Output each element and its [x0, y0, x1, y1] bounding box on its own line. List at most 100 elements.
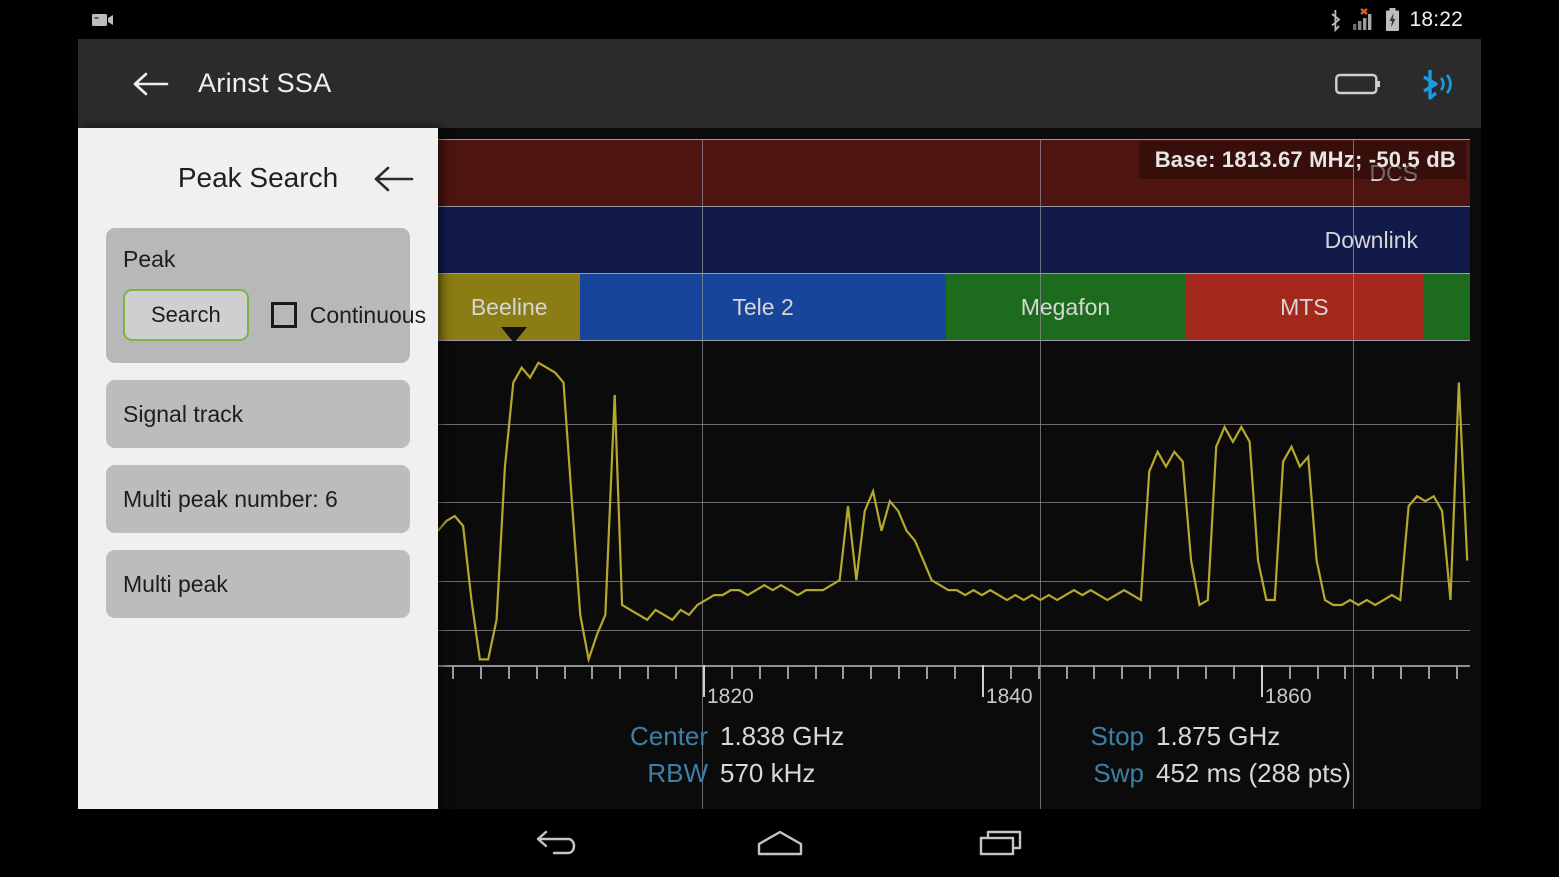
plot-area[interactable]: DCS Downlink Beeline Tele 2 Megafon MTS …: [438, 128, 1470, 877]
x-tick-minor: [647, 665, 650, 679]
measurement-readouts: Center 1.838 GHz RBW 570 kHz Stop 1.875 …: [438, 709, 1470, 801]
peak-search-drawer: Peak Search Peak Search Continuous Signa…: [78, 128, 438, 809]
nav-recents-icon: [978, 828, 1026, 858]
x-tick-minor: [758, 665, 761, 679]
bluetooth-connected-icon[interactable]: [1419, 67, 1455, 101]
status-bar: 18:22: [78, 0, 1481, 39]
back-arrow-icon: [131, 70, 169, 98]
readout-swp-value: 452 ms (288 pts): [1156, 758, 1352, 788]
status-bar-clock: 18:22: [1409, 7, 1463, 31]
x-tick-minor: [1344, 665, 1347, 679]
nav-home-button[interactable]: [749, 820, 811, 866]
device-screen: 18:22 Arinst SSA Downlink Beeline Tele 2…: [78, 0, 1481, 877]
readout-rbw: RBW 570 kHz: [598, 758, 954, 789]
menu-item-label: Signal track: [123, 400, 244, 427]
readout-center-value: 1.838 GHz: [720, 721, 845, 751]
x-tick-minor: [619, 665, 622, 679]
menu-item-multi-peak-number[interactable]: Multi peak number: 6: [106, 465, 410, 533]
band-seg-tele2: Tele 2: [580, 273, 946, 341]
x-tick-label: 1840: [985, 685, 1033, 708]
plot-grid: [438, 343, 1470, 689]
x-tick-minor: [1037, 665, 1040, 679]
readout-rbw-value: 570 kHz: [720, 758, 816, 788]
nav-back-icon: [534, 828, 582, 858]
readout-center: Center 1.838 GHz: [598, 721, 954, 752]
x-tick-minor: [842, 665, 845, 679]
search-button[interactable]: Search: [123, 289, 249, 341]
battery-charging-icon: [1385, 7, 1400, 32]
peak-card-controls: Search Continuous: [123, 289, 426, 341]
x-tick-minor: [535, 665, 538, 679]
continuous-label: Continuous: [309, 301, 427, 328]
peak-card: Peak Search Continuous: [106, 228, 426, 363]
menu-item-multi-peak[interactable]: Multi peak: [106, 550, 410, 618]
band-seg-downlink: Downlink: [1324, 226, 1418, 253]
band-seg-megafon: Megafon: [945, 273, 1186, 341]
band-row-operators: Beeline Tele 2 Megafon MTS: [438, 273, 1470, 341]
x-tick-minor: [926, 665, 929, 679]
x-axis: 1820 1840 1860: [438, 665, 1470, 708]
x-tick-minor: [1009, 665, 1012, 679]
continuous-checkbox[interactable]: [270, 302, 297, 328]
menu-item-label: Multi peak: [123, 570, 228, 597]
x-tick-minor: [1372, 665, 1375, 679]
readout-stop: Stop 1.875 GHz: [1034, 721, 1470, 752]
menu-item-label: Multi peak number: 6: [123, 485, 338, 512]
x-tick-minor: [898, 665, 901, 679]
x-tick-minor: [479, 665, 482, 679]
x-tick-minor: [954, 665, 956, 679]
status-bar-right: 18:22: [1328, 7, 1463, 32]
menu-item-signal-track[interactable]: Signal track: [106, 380, 410, 448]
readout-stop-key: Stop: [1090, 721, 1145, 751]
base-readout: Base: 1813.67 MHz; -50.5 dB: [1138, 141, 1466, 179]
x-tick-minor: [1121, 665, 1124, 679]
app-bar-back-button[interactable]: [128, 62, 172, 106]
continuous-checkbox-group[interactable]: Continuous: [270, 301, 427, 329]
peak-marker-triangle: [500, 327, 527, 343]
readout-rbw-key: RBW: [647, 758, 708, 788]
android-nav-bar: [78, 809, 1481, 877]
screenshot-root: 18:22 Arinst SSA Downlink Beeline Tele 2…: [0, 0, 1559, 877]
cellular-signal-off-icon: [1352, 7, 1376, 32]
x-tick-minor: [1093, 665, 1096, 679]
readout-stop-value: 1.875 GHz: [1156, 721, 1281, 751]
x-tick-minor: [1065, 665, 1068, 679]
x-tick-minor: [1456, 665, 1459, 679]
bluetooth-icon: [1328, 8, 1343, 32]
readouts-right: Stop 1.875 GHz Swp 452 ms (288 pts): [954, 721, 1470, 789]
status-bar-left: [92, 12, 114, 28]
x-tick-minor: [1205, 665, 1208, 679]
x-tick-minor: [1400, 665, 1403, 679]
x-tick-minor: [786, 665, 789, 679]
x-tick-minor: [1316, 665, 1319, 679]
x-tick-minor: [507, 665, 510, 679]
drawer-title: Peak Search: [177, 162, 339, 193]
readout-center-key: Center: [629, 721, 708, 751]
x-tick-minor: [1428, 665, 1431, 679]
peak-card-title: Peak: [123, 246, 176, 272]
nav-home-icon: [755, 828, 805, 858]
nav-recents-button[interactable]: [971, 820, 1033, 866]
x-tick-minor: [1232, 665, 1235, 679]
battery-outline-icon[interactable]: [1335, 71, 1383, 97]
drawer-body: Peak Search Continuous Signal track Mult…: [78, 228, 438, 618]
back-arrow-icon: [372, 164, 414, 194]
readout-swp: Swp 452 ms (288 pts): [1034, 758, 1470, 789]
x-tick-label: 1820: [706, 685, 754, 708]
band-allocation-header: DCS Downlink Beeline Tele 2 Megafon MTS …: [438, 139, 1470, 877]
x-tick-minor: [730, 665, 733, 679]
x-tick-minor: [591, 665, 594, 679]
app-bar-actions: [1335, 67, 1455, 101]
readout-swp-key: Swp: [1093, 758, 1144, 788]
drawer-header: Peak Search: [78, 128, 438, 228]
x-tick-minor: [814, 665, 817, 679]
x-tick-minor: [451, 665, 454, 679]
nav-back-button[interactable]: [527, 820, 589, 866]
x-tick-minor: [1149, 665, 1152, 679]
app-bar-title: Arinst SSA: [198, 68, 332, 98]
drawer-back-button[interactable]: [370, 156, 416, 202]
spectrum-trace: [438, 343, 1470, 689]
readouts-left: Center 1.838 GHz RBW 570 kHz: [438, 721, 954, 789]
x-tick-minor: [1177, 665, 1180, 679]
x-tick-minor: [1288, 665, 1291, 679]
